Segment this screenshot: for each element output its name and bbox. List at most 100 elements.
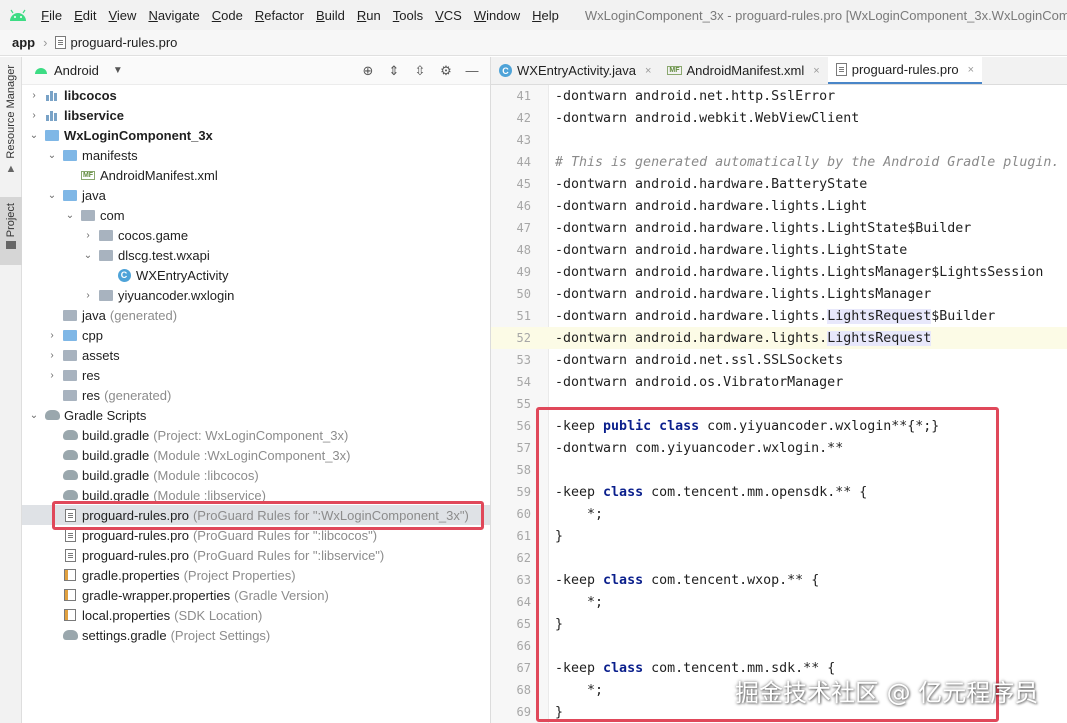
menu-item[interactable]: Edit [68, 8, 102, 23]
project-panel-toolbar: ⊕ ⇕ ⇳ ⚙ — [360, 63, 490, 79]
menu-item[interactable]: Window [468, 8, 526, 23]
gradle-icon [62, 488, 78, 502]
tree-node[interactable]: ⌄ Gradle Scripts [22, 405, 490, 425]
code-token: -dontwarn android.hardware.lights. [555, 308, 828, 324]
folder-icon [44, 128, 60, 142]
chevron-down-icon[interactable]: ⌄ [82, 250, 94, 261]
locate-icon[interactable]: ⊕ [360, 63, 376, 79]
gradle-icon [62, 428, 78, 442]
tree-node[interactable]: › res [22, 365, 490, 385]
code-token: -dontwarn android.net.http.SslError [555, 88, 836, 104]
tree-node[interactable]: ⌄ dlscg.test.wxapi [22, 245, 490, 265]
menu-item[interactable]: Build [310, 8, 351, 23]
expand-all-icon[interactable]: ⇕ [386, 63, 402, 79]
tree-node[interactable]: java (generated) [22, 305, 490, 325]
breadcrumb-app[interactable]: app [12, 35, 35, 50]
tree-node[interactable]: gradle-wrapper.properties (Gradle Version… [22, 585, 490, 605]
tree-node[interactable]: C WXEntryActivity [22, 265, 490, 285]
tree-node-label: assets [82, 347, 120, 363]
annotation-highlight-selected-file [52, 501, 484, 530]
code-text: -dontwarn android.net.ssl.SSLSockets [549, 353, 843, 368]
tree-node[interactable]: › libcocos [22, 85, 490, 105]
tree-node-detail: (Project Settings) [170, 627, 271, 643]
chevron-down-icon[interactable]: ▼ [113, 65, 123, 76]
tree-node[interactable]: build.gradle (Module :WxLoginComponent_3x… [22, 445, 490, 465]
tree-node[interactable]: local.properties (SDK Location) [22, 605, 490, 625]
chevron-right-icon[interactable]: › [46, 350, 58, 361]
menu-mnemonic: E [74, 7, 83, 23]
menu-mnemonic: H [532, 7, 542, 23]
code-line: 43 [491, 129, 1067, 151]
tree-node[interactable]: › yiyuancoder.wxlogin [22, 285, 490, 305]
project-view-selector[interactable]: Android [54, 63, 99, 78]
chevron-down-icon[interactable]: ⌄ [64, 210, 76, 221]
chevron-right-icon[interactable]: › [28, 110, 40, 121]
project-tab[interactable]: Project [0, 197, 22, 265]
menu-item[interactable]: Run [351, 8, 387, 23]
code-token: -dontwarn android.webkit.WebViewClient [555, 110, 860, 126]
hide-icon[interactable]: — [464, 63, 480, 79]
tree-node-label: cpp [82, 327, 103, 343]
line-number: 45 [516, 177, 531, 191]
menu-item[interactable]: File [35, 8, 68, 23]
code-line: 49 -dontwarn android.hardware.lights.Ligh… [491, 261, 1067, 283]
editor-tab[interactable]: C WXEntryActivity.java × [491, 57, 659, 84]
collapse-all-icon[interactable]: ⇳ [412, 63, 428, 79]
close-icon[interactable]: × [968, 64, 974, 76]
menu-item[interactable]: Help [526, 8, 565, 23]
tree-node-detail: (Project: WxLoginComponent_3x) [153, 427, 349, 443]
menu-bar: File Edit View Navigate Code Refactor Build Run… [0, 0, 1067, 30]
tree-node[interactable]: MF AndroidManifest.xml [22, 165, 490, 185]
code-text: -dontwarn android.hardware.lights.Lights… [549, 330, 932, 346]
gear-icon[interactable]: ⚙ [438, 63, 454, 79]
chevron-right-icon[interactable]: › [82, 290, 94, 301]
close-icon[interactable]: × [813, 65, 819, 77]
chevron-right-icon[interactable]: › [82, 230, 94, 241]
tree-node[interactable]: settings.gradle (Project Settings) [22, 625, 490, 645]
tree-node[interactable]: build.gradle (Project: WxLoginComponent_3… [22, 425, 490, 445]
chevron-right-icon[interactable]: › [28, 90, 40, 101]
resource-manager-tab[interactable]: Resource Manager ▲ [0, 65, 22, 193]
menu-item[interactable]: Navigate [142, 8, 205, 23]
code-text: -dontwarn android.hardware.BatteryState [549, 177, 867, 192]
menu-item[interactable]: Tools [387, 8, 429, 23]
menu-item[interactable]: Code [206, 8, 249, 23]
chevron-down-icon[interactable]: ⌄ [46, 190, 58, 201]
menu-label: uild [324, 7, 345, 23]
menu-item[interactable]: Refactor [249, 8, 310, 23]
tree-node[interactable]: › libservice [22, 105, 490, 125]
tree-node[interactable]: proguard-rules.pro (ProGuard Rules for ":… [22, 545, 490, 565]
tree-node[interactable]: ⌄ java [22, 185, 490, 205]
chevron-down-icon[interactable]: ⌄ [28, 130, 40, 141]
android-studio-icon [0, 0, 35, 30]
menu-item[interactable]: VCS [429, 8, 468, 23]
tree-node[interactable]: › cocos.game [22, 225, 490, 245]
chevron-right-icon[interactable]: › [46, 330, 58, 341]
menu-item[interactable]: View [102, 8, 142, 23]
breadcrumb-file[interactable]: proguard-rules.pro [55, 35, 177, 50]
close-icon[interactable]: × [645, 65, 651, 77]
chevron-right-icon[interactable]: › [46, 370, 58, 381]
code-text: -dontwarn android.os.VibratorManager [549, 375, 843, 390]
tree-node[interactable]: ⌄ com [22, 205, 490, 225]
tree-node[interactable]: ⌄ WxLoginComponent_3x [22, 125, 490, 145]
editor-tab[interactable]: proguard-rules.pro × [827, 57, 983, 84]
tree-node[interactable]: › assets [22, 345, 490, 365]
code-text: -dontwarn android.hardware.lights.Lights… [549, 308, 995, 324]
tree-node[interactable]: build.gradle (Module :libcocos) [22, 465, 490, 485]
chevron-down-icon[interactable]: ⌄ [28, 410, 40, 421]
tree-node[interactable]: res (generated) [22, 385, 490, 405]
chevron-down-icon[interactable]: ⌄ [46, 150, 58, 161]
window-title: WxLoginComponent_3x - proguard-rules.pro… [584, 7, 1067, 23]
tree-node[interactable]: ⌄ manifests [22, 145, 490, 165]
tree-node[interactable]: gradle.properties (Project Properties) [22, 565, 490, 585]
line-number: 44 [516, 155, 531, 169]
tree-node-detail: (Module :WxLoginComponent_3x) [153, 447, 351, 463]
code-line: 42 -dontwarn android.webkit.WebViewClient [491, 107, 1067, 129]
code-text: -dontwarn android.hardware.lights.Light [549, 199, 867, 214]
tree-node[interactable]: › cpp [22, 325, 490, 345]
menu-mnemonic: R [356, 7, 367, 23]
line-number: 48 [516, 243, 531, 257]
editor-tab[interactable]: MF AndroidManifest.xml × [659, 57, 827, 84]
menu-mnemonic: V [108, 7, 117, 23]
